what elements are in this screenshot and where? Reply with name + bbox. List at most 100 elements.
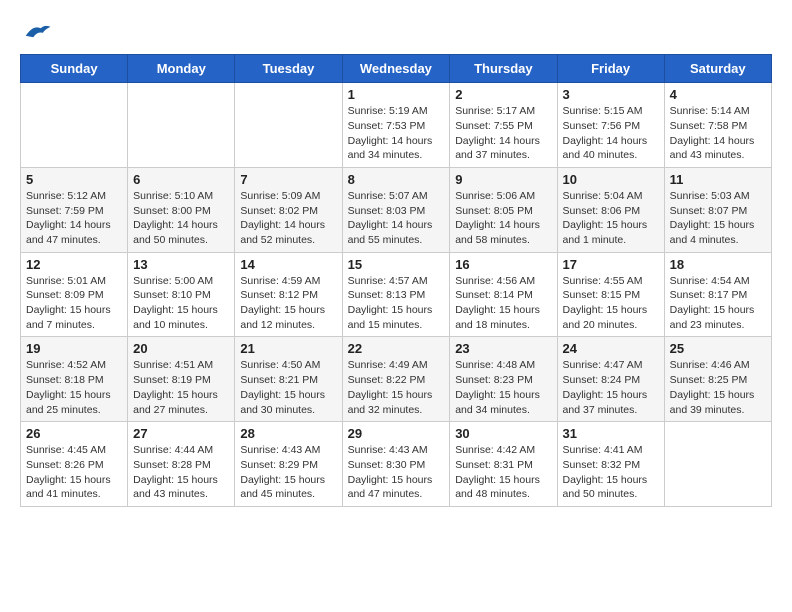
calendar-cell: 10 Sunrise: 5:04 AMSunset: 8:06 PMDayligh… xyxy=(557,167,664,252)
day-number: 24 xyxy=(563,341,659,356)
calendar-cell: 13 Sunrise: 5:00 AMSunset: 8:10 PMDayligh… xyxy=(128,252,235,337)
calendar-cell: 31 Sunrise: 4:41 AMSunset: 8:32 PMDayligh… xyxy=(557,422,664,507)
calendar-cell: 17 Sunrise: 4:55 AMSunset: 8:15 PMDayligh… xyxy=(557,252,664,337)
calendar-cell: 14 Sunrise: 4:59 AMSunset: 8:12 PMDayligh… xyxy=(235,252,342,337)
day-number: 17 xyxy=(563,257,659,272)
weekday-header-sunday: Sunday xyxy=(21,55,128,83)
calendar-cell: 7 Sunrise: 5:09 AMSunset: 8:02 PMDaylight… xyxy=(235,167,342,252)
day-info: Sunrise: 5:04 AMSunset: 8:06 PMDaylight:… xyxy=(563,189,659,248)
day-number: 21 xyxy=(240,341,336,356)
day-number: 30 xyxy=(455,426,551,441)
calendar-cell: 20Sunrise: 4:51 AMSunset: 8:19 PMDayligh… xyxy=(128,337,235,422)
day-info: Sunrise: 4:48 AMSunset: 8:23 PMDaylight:… xyxy=(455,358,551,417)
calendar-cell: 22 Sunrise: 4:49 AMSunset: 8:22 PMDayligh… xyxy=(342,337,450,422)
day-number: 3 xyxy=(563,87,659,102)
calendar-cell: 24 Sunrise: 4:47 AMSunset: 8:24 PMDayligh… xyxy=(557,337,664,422)
day-number: 14 xyxy=(240,257,336,272)
calendar-cell: 12 Sunrise: 5:01 AMSunset: 8:09 PMDayligh… xyxy=(21,252,128,337)
calendar-cell: 6Sunrise: 5:10 AMSunset: 8:00 PMDaylight… xyxy=(128,167,235,252)
day-info: Sunrise: 4:43 AMSunset: 8:29 PMDaylight:… xyxy=(240,443,336,502)
day-info: Sunrise: 5:00 AMSunset: 8:10 PMDaylight:… xyxy=(133,274,229,333)
day-info: Sunrise: 5:07 AMSunset: 8:03 PMDaylight:… xyxy=(348,189,445,248)
weekday-header-tuesday: Tuesday xyxy=(235,55,342,83)
day-number: 29 xyxy=(348,426,445,441)
day-number: 5 xyxy=(26,172,122,187)
calendar-cell: 19 Sunrise: 4:52 AMSunset: 8:18 PMDayligh… xyxy=(21,337,128,422)
calendar-week-row: 26 Sunrise: 4:45 AMSunset: 8:26 PMDayligh… xyxy=(21,422,772,507)
calendar-cell: 2Sunrise: 5:17 AMSunset: 7:55 PMDaylight… xyxy=(450,83,557,168)
calendar-cell: 27 Sunrise: 4:44 AMSunset: 8:28 PMDayligh… xyxy=(128,422,235,507)
day-number: 22 xyxy=(348,341,445,356)
day-info: Sunrise: 4:55 AMSunset: 8:15 PMDaylight:… xyxy=(563,274,659,333)
calendar-cell xyxy=(235,83,342,168)
day-info: Sunrise: 4:47 AMSunset: 8:24 PMDaylight:… xyxy=(563,358,659,417)
calendar-cell: 26 Sunrise: 4:45 AMSunset: 8:26 PMDayligh… xyxy=(21,422,128,507)
day-info: Sunrise: 4:41 AMSunset: 8:32 PMDaylight:… xyxy=(563,443,659,502)
calendar-cell: 28 Sunrise: 4:43 AMSunset: 8:29 PMDayligh… xyxy=(235,422,342,507)
day-info: Sunrise: 5:01 AMSunset: 8:09 PMDaylight:… xyxy=(26,274,122,333)
day-number: 16 xyxy=(455,257,551,272)
calendar-cell xyxy=(21,83,128,168)
day-info: Sunrise: 5:12 AMSunset: 7:59 PMDaylight:… xyxy=(26,189,122,248)
weekday-header-monday: Monday xyxy=(128,55,235,83)
day-info: Sunrise: 5:06 AMSunset: 8:05 PMDaylight:… xyxy=(455,189,551,248)
day-number: 26 xyxy=(26,426,122,441)
day-info: Sunrise: 5:15 AMSunset: 7:56 PMDaylight:… xyxy=(563,104,659,163)
day-info: Sunrise: 4:52 AMSunset: 8:18 PMDaylight:… xyxy=(26,358,122,417)
day-info: Sunrise: 4:46 AMSunset: 8:25 PMDaylight:… xyxy=(670,358,766,417)
calendar-cell xyxy=(664,422,771,507)
calendar-cell: 29 Sunrise: 4:43 AMSunset: 8:30 PMDayligh… xyxy=(342,422,450,507)
calendar-cell: 25 Sunrise: 4:46 AMSunset: 8:25 PMDayligh… xyxy=(664,337,771,422)
logo xyxy=(20,20,52,44)
day-number: 25 xyxy=(670,341,766,356)
calendar-week-row: 1 Sunrise: 5:19 AMSunset: 7:53 PMDaylight… xyxy=(21,83,772,168)
day-number: 19 xyxy=(26,341,122,356)
day-number: 1 xyxy=(348,87,445,102)
weekday-header-wednesday: Wednesday xyxy=(342,55,450,83)
day-number: 20 xyxy=(133,341,229,356)
calendar-cell: 9 Sunrise: 5:06 AMSunset: 8:05 PMDaylight… xyxy=(450,167,557,252)
day-info: Sunrise: 5:09 AMSunset: 8:02 PMDaylight:… xyxy=(240,189,336,248)
calendar-cell: 8 Sunrise: 5:07 AMSunset: 8:03 PMDaylight… xyxy=(342,167,450,252)
day-number: 13 xyxy=(133,257,229,272)
logo-bird-icon xyxy=(22,20,52,44)
calendar-cell: 3 Sunrise: 5:15 AMSunset: 7:56 PMDaylight… xyxy=(557,83,664,168)
calendar-cell: 16Sunrise: 4:56 AMSunset: 8:14 PMDayligh… xyxy=(450,252,557,337)
day-number: 2 xyxy=(455,87,551,102)
day-info: Sunrise: 4:49 AMSunset: 8:22 PMDaylight:… xyxy=(348,358,445,417)
day-info: Sunrise: 4:59 AMSunset: 8:12 PMDaylight:… xyxy=(240,274,336,333)
calendar-week-row: 5 Sunrise: 5:12 AMSunset: 7:59 PMDaylight… xyxy=(21,167,772,252)
calendar-cell: 23 Sunrise: 4:48 AMSunset: 8:23 PMDayligh… xyxy=(450,337,557,422)
weekday-header-saturday: Saturday xyxy=(664,55,771,83)
calendar-cell: 5 Sunrise: 5:12 AMSunset: 7:59 PMDaylight… xyxy=(21,167,128,252)
day-info: Sunrise: 4:44 AMSunset: 8:28 PMDaylight:… xyxy=(133,443,229,502)
day-number: 31 xyxy=(563,426,659,441)
day-number: 10 xyxy=(563,172,659,187)
day-info: Sunrise: 4:43 AMSunset: 8:30 PMDaylight:… xyxy=(348,443,445,502)
day-info: Sunrise: 4:57 AMSunset: 8:13 PMDaylight:… xyxy=(348,274,445,333)
calendar-cell: 18Sunrise: 4:54 AMSunset: 8:17 PMDayligh… xyxy=(664,252,771,337)
calendar-cell: 30 Sunrise: 4:42 AMSunset: 8:31 PMDayligh… xyxy=(450,422,557,507)
weekday-header-thursday: Thursday xyxy=(450,55,557,83)
weekday-header-row: SundayMondayTuesdayWednesdayThursdayFrid… xyxy=(21,55,772,83)
day-info: Sunrise: 5:19 AMSunset: 7:53 PMDaylight:… xyxy=(348,104,445,163)
day-info: Sunrise: 5:14 AMSunset: 7:58 PMDaylight:… xyxy=(670,104,766,163)
day-number: 23 xyxy=(455,341,551,356)
day-number: 7 xyxy=(240,172,336,187)
day-number: 15 xyxy=(348,257,445,272)
day-number: 27 xyxy=(133,426,229,441)
day-number: 9 xyxy=(455,172,551,187)
day-number: 12 xyxy=(26,257,122,272)
day-number: 28 xyxy=(240,426,336,441)
calendar-cell: 4Sunrise: 5:14 AMSunset: 7:58 PMDaylight… xyxy=(664,83,771,168)
day-number: 8 xyxy=(348,172,445,187)
day-info: Sunrise: 4:42 AMSunset: 8:31 PMDaylight:… xyxy=(455,443,551,502)
page-header xyxy=(20,20,772,44)
weekday-header-friday: Friday xyxy=(557,55,664,83)
day-info: Sunrise: 5:10 AMSunset: 8:00 PMDaylight:… xyxy=(133,189,229,248)
calendar-cell: 21Sunrise: 4:50 AMSunset: 8:21 PMDayligh… xyxy=(235,337,342,422)
day-info: Sunrise: 4:45 AMSunset: 8:26 PMDaylight:… xyxy=(26,443,122,502)
calendar-table: SundayMondayTuesdayWednesdayThursdayFrid… xyxy=(20,54,772,507)
calendar-cell: 15 Sunrise: 4:57 AMSunset: 8:13 PMDayligh… xyxy=(342,252,450,337)
calendar-cell: 1 Sunrise: 5:19 AMSunset: 7:53 PMDaylight… xyxy=(342,83,450,168)
